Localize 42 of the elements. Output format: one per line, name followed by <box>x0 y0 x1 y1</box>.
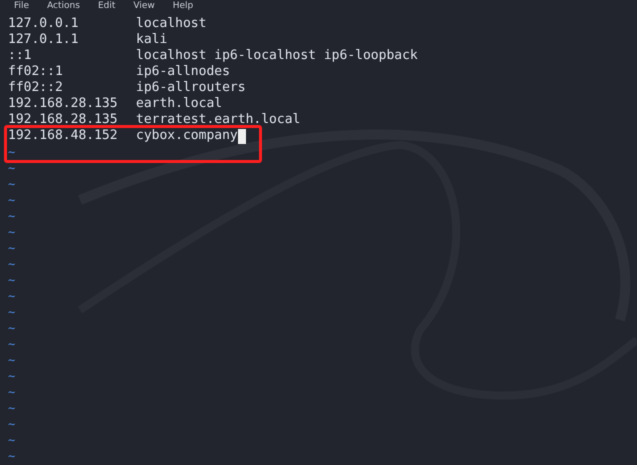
menu-item[interactable]: File <box>14 0 30 12</box>
empty-line-marker: ~ <box>8 336 16 352</box>
hostname: cybox.company <box>136 128 238 144</box>
empty-line-marker: ~ <box>8 176 16 192</box>
ip-address: 127.0.0.1 <box>8 16 80 32</box>
empty-line-marker: ~ <box>8 240 16 256</box>
empty-line-marker: ~ <box>8 144 16 160</box>
empty-line-marker: ~ <box>8 416 16 432</box>
menu-item[interactable]: Actions <box>47 0 80 12</box>
empty-line-marker: ~ <box>8 368 16 384</box>
ip-address: ff02::1 <box>8 64 64 80</box>
menu-item[interactable]: View <box>133 0 155 12</box>
ip-address: 192.168.48.152 <box>8 128 119 144</box>
empty-line-marker: ~ <box>8 352 16 368</box>
empty-line-marker: ~ <box>8 400 16 416</box>
menu-item[interactable]: Help <box>172 0 194 12</box>
empty-line-marker: ~ <box>8 320 16 336</box>
hostname: earth.local <box>136 96 222 112</box>
empty-line-marker: ~ <box>8 208 16 224</box>
menu-item[interactable]: Edit <box>98 0 116 12</box>
text-cursor <box>238 128 246 144</box>
hostname: localhost ip6-localhost ip6-loopback <box>136 48 418 64</box>
empty-line-marker: ~ <box>8 224 16 240</box>
ip-address: ff02::2 <box>8 80 64 96</box>
hostname: localhost <box>136 16 206 32</box>
hostname: kali <box>136 32 168 48</box>
hostname: ip6-allrouters <box>136 80 246 96</box>
ip-address: ::1 <box>8 48 32 64</box>
empty-line-marker: ~ <box>8 288 16 304</box>
ip-address: 192.168.28.135 <box>8 112 119 128</box>
empty-line-marker: ~ <box>8 272 16 288</box>
hostname: ip6-allnodes <box>136 64 230 80</box>
empty-line-marker: ~ <box>8 448 16 464</box>
empty-line-marker: ~ <box>8 304 16 320</box>
ip-address: 127.0.1.1 <box>8 32 80 48</box>
empty-line-marker: ~ <box>8 432 16 448</box>
empty-line-marker: ~ <box>8 160 16 176</box>
empty-line-marker: ~ <box>8 256 16 272</box>
empty-line-marker: ~ <box>8 192 16 208</box>
hostname: terratest.earth.local <box>136 112 300 128</box>
empty-line-marker: ~ <box>8 384 16 400</box>
ip-address: 192.168.28.135 <box>8 96 119 112</box>
